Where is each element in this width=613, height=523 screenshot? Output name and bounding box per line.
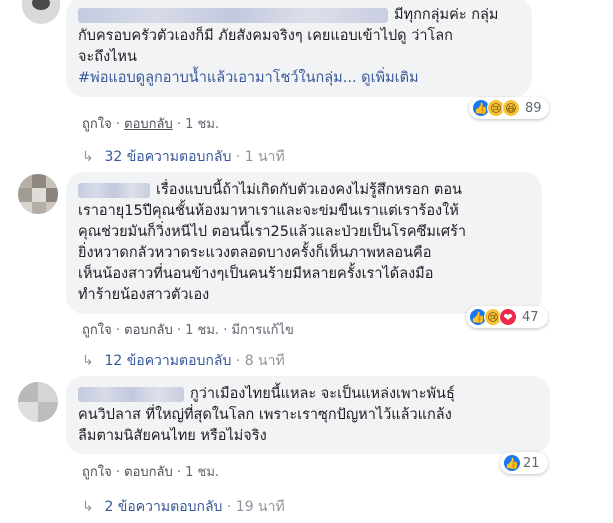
haha-icon: 😆 (502, 99, 520, 117)
reply-link[interactable]: ตอบกลับ (124, 323, 173, 338)
avatar[interactable] (18, 382, 58, 422)
avatar[interactable] (22, 0, 60, 24)
comment-actions: ถูกใจ · ตอบกลับ · 1 ชม. (82, 465, 220, 480)
comment-text: มีทุกกลุ่มค่ะ กลุ่ม กับครอบครัวตัวเองก็ม… (78, 7, 499, 86)
replies-time: 8 นาที (244, 353, 285, 369)
commenter-name[interactable] (78, 7, 388, 23)
replies-time: 1 นาที (244, 149, 285, 165)
comment-bubble: เรื่องแบบนี้ถ้าไม่เกิดกับตัวเองคงไม่รู้ส… (66, 172, 542, 314)
commenter-name[interactable] (78, 386, 184, 402)
replies-count[interactable]: 12 ข้อความตอบกลับ (104, 353, 231, 369)
view-replies[interactable]: ↳ 2 ข้อความตอบกลับ · 19 นาที (82, 496, 285, 518)
comment-actions: ถูกใจ · ตอบกลับ · 1 ชม. · มีการแก้ไข (82, 323, 294, 338)
like-icon: 👍 (503, 454, 521, 472)
see-more-link[interactable]: ดูเพิ่มเติม (361, 70, 418, 86)
reaction-summary[interactable]: 👍 😢 ❤ 47 (466, 306, 548, 328)
comment-time[interactable]: 1 ชม. (185, 465, 219, 480)
reply-arrow-icon: ↳ (82, 353, 94, 369)
avatar[interactable] (18, 174, 58, 214)
reaction-summary[interactable]: 👍 😢 😆 89 (469, 97, 549, 119)
replies-count[interactable]: 2 ข้อความตอบกลับ (104, 499, 222, 515)
love-icon: ❤ (499, 308, 517, 326)
comment-actions: ถูกใจ · ตอบกลับ · 1 ชม. (82, 117, 220, 132)
comment-time[interactable]: 1 ชม. (185, 117, 219, 132)
comment-time[interactable]: 1 ชม. (185, 323, 219, 338)
view-replies[interactable]: ↳ 12 ข้อความตอบกลับ · 8 นาที (82, 350, 285, 372)
replies-count[interactable]: 32 ข้อความตอบกลับ (104, 149, 231, 165)
comment-text: เรื่องแบบนี้ถ้าไม่เกิดกับตัวเองคงไม่รู้ส… (78, 182, 467, 303)
view-replies[interactable]: ↳ 32 ข้อความตอบกลับ · 1 นาที (82, 146, 285, 168)
comment-text: กูว่าเมืองไทยนี้แหละ จะเป็นแหล่งเพาะพันธ… (78, 386, 455, 444)
reaction-count: 47 (522, 309, 539, 325)
reply-link[interactable]: ตอบกลับ (124, 465, 173, 480)
reaction-count: 21 (523, 455, 540, 471)
replies-time: 19 นาที (235, 499, 285, 515)
like-link[interactable]: ถูกใจ (82, 465, 112, 480)
comment-bubble: กูว่าเมืองไทยนี้แหละ จะเป็นแหล่งเพาะพันธ… (66, 376, 550, 454)
reaction-count: 89 (525, 100, 542, 116)
edited-label[interactable]: มีการแก้ไข (231, 323, 293, 338)
hashtag-link[interactable]: #พ่อแอบดูลูกอาบน้ำแล้วเอามาโชว์ในกลุ่ม..… (78, 70, 357, 86)
reply-arrow-icon: ↳ (82, 149, 94, 165)
reply-link[interactable]: ตอบกลับ (124, 117, 173, 132)
like-link[interactable]: ถูกใจ (82, 117, 112, 132)
reply-arrow-icon: ↳ (82, 499, 94, 515)
like-link[interactable]: ถูกใจ (82, 323, 112, 338)
reaction-summary[interactable]: 👍 21 (500, 452, 548, 474)
comment-bubble: มีทุกกลุ่มค่ะ กลุ่ม กับครอบครัวตัวเองก็ม… (66, 0, 532, 97)
commenter-name[interactable] (78, 182, 150, 198)
